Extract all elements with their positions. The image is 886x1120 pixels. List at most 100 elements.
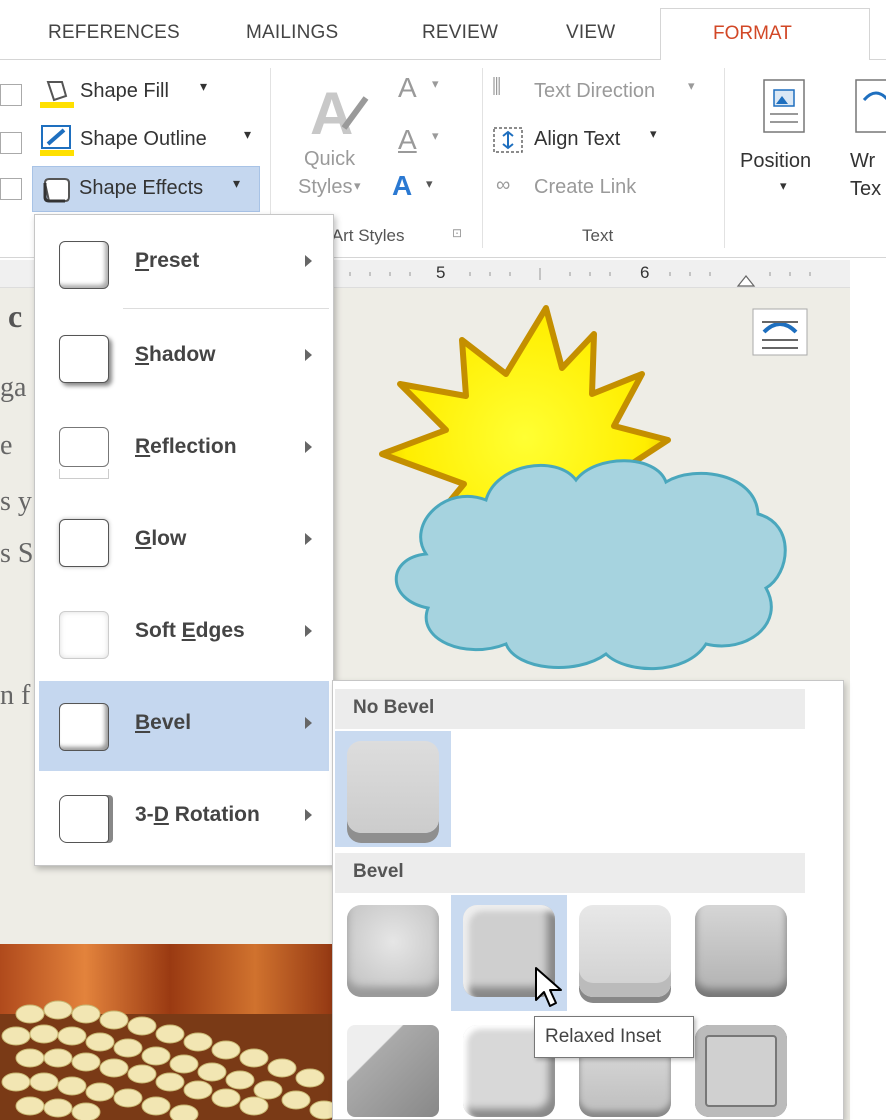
- dropdown-arrow-icon: ▾: [688, 78, 695, 93]
- tab-references[interactable]: REFERENCES: [48, 22, 180, 44]
- menu-item-glow[interactable]: Glow: [39, 497, 329, 587]
- tooltip-text: Relaxed Inset: [545, 1026, 662, 1047]
- tab-mailings[interactable]: MAILINGS: [246, 22, 338, 44]
- text-effects-icon[interactable]: A: [392, 170, 412, 202]
- pen-outline-icon: [40, 125, 74, 156]
- shape-fill-button[interactable]: Shape Fill ▾: [36, 74, 246, 112]
- document-text: s y: [0, 486, 32, 517]
- group-separator: [482, 68, 483, 248]
- preset-thumbnail-icon: [59, 241, 109, 289]
- dropdown-arrow-icon[interactable]: ▾: [432, 128, 439, 144]
- create-link-label: Create Link: [534, 176, 637, 198]
- dropdown-arrow-icon: ▾: [780, 178, 787, 193]
- menu-item-label: 3-D Rotation: [135, 803, 260, 826]
- submenu-arrow-icon: [305, 441, 312, 453]
- menu-item-label: Glow: [135, 527, 187, 550]
- align-text-button[interactable]: Align Text ▾: [492, 124, 692, 158]
- paint-bucket-icon: [40, 81, 74, 108]
- bevel-cool-slant-swatch: [695, 905, 787, 997]
- position-label: Position: [740, 150, 812, 172]
- soft-edges-thumbnail-icon: [59, 611, 109, 659]
- tab-review[interactable]: REVIEW: [422, 22, 498, 44]
- bevel-angle-swatch: [347, 1025, 439, 1117]
- submenu-arrow-icon: [305, 255, 312, 267]
- link-icon: ∞: [496, 174, 511, 196]
- clipped-control[interactable]: [0, 178, 22, 200]
- text-outline-icon[interactable]: A: [398, 124, 417, 156]
- svg-text:A: A: [310, 80, 353, 144]
- menu-item-label: Shadow: [135, 343, 216, 366]
- wrap-text-icon: [855, 79, 886, 133]
- word-window: { "tabs": { "references": "REFERENCES", …: [0, 0, 886, 1120]
- group-separator: [724, 68, 725, 248]
- quick-styles-button[interactable]: A Quick Styles ▾: [292, 74, 382, 224]
- quick-styles-label: Quick: [304, 148, 356, 170]
- sun-cloud-shapes[interactable]: [366, 304, 796, 684]
- text-direction-icon: ⫼: [492, 76, 502, 98]
- wrap-text-button[interactable]: Wr Tex: [848, 74, 886, 224]
- create-link-button[interactable]: ∞ Create Link: [492, 172, 692, 206]
- bevel-slope-swatch: [695, 1025, 787, 1117]
- text-fill-icon[interactable]: A: [398, 72, 417, 104]
- submenu-arrow-icon: [305, 625, 312, 637]
- dropdown-arrow-icon: ▾: [200, 78, 208, 94]
- submenu-arrow-icon: [305, 717, 312, 729]
- menu-item-label: Bevel: [135, 711, 192, 734]
- dropdown-arrow-icon[interactable]: ▾: [432, 76, 439, 92]
- menu-item-preset[interactable]: Preset: [39, 219, 329, 309]
- bevel-header-label: Bevel: [353, 861, 404, 882]
- text-direction-label: Text Direction: [534, 80, 656, 102]
- 3d-rotation-thumbnail-icon: [59, 795, 109, 843]
- shape-effects-label: Shape Effects: [79, 177, 204, 199]
- bevel-option-angle[interactable]: [335, 1015, 451, 1120]
- document-text: n f: [0, 680, 31, 711]
- clipped-control[interactable]: [0, 132, 22, 154]
- bevel-option-cross[interactable]: [567, 895, 683, 1011]
- menu-item-3d-rotation[interactable]: 3-D Rotation: [39, 773, 329, 863]
- food-photo[interactable]: [0, 944, 340, 1120]
- menu-item-shadow[interactable]: Shadow: [39, 313, 329, 403]
- wrap-text-label: Wr: [850, 150, 876, 172]
- shape-effects-button[interactable]: Shape Effects ▾: [32, 166, 260, 212]
- menu-item-bevel[interactable]: Bevel: [39, 681, 329, 771]
- dropdown-arrow-icon: ▾: [244, 126, 252, 142]
- shape-effects-icon: [43, 178, 70, 203]
- reflection-thumbnail-icon: [59, 427, 109, 467]
- bevel-cross-swatch: [579, 905, 671, 997]
- reflection-mirror: [59, 469, 109, 479]
- glow-thumbnail-icon: [59, 519, 109, 567]
- align-text-label: Align Text: [534, 128, 621, 150]
- no-bevel-header: No Bevel: [335, 689, 805, 729]
- tab-format[interactable]: FORMAT: [660, 8, 870, 61]
- wrap-text-label-2: Tex: [850, 178, 882, 200]
- position-button[interactable]: Position ▾: [736, 74, 836, 224]
- shape-outline-button[interactable]: Shape Outline ▾: [36, 122, 266, 160]
- no-bevel-swatch: [347, 741, 439, 833]
- align-text-icon: [493, 127, 523, 153]
- bevel-header: Bevel: [335, 853, 805, 893]
- tab-view[interactable]: VIEW: [566, 22, 615, 44]
- menu-item-reflection[interactable]: Reflection: [39, 405, 329, 495]
- shape-outline-label: Shape Outline: [80, 128, 207, 150]
- ruler-mark-6: 6: [640, 263, 650, 282]
- no-bevel-header-label: No Bevel: [353, 697, 435, 718]
- menu-item-label: Reflection: [135, 435, 237, 458]
- mouse-cursor-icon: [535, 967, 562, 1007]
- bevel-option-none[interactable]: [335, 731, 451, 847]
- bevel-thumbnail-icon: [59, 703, 109, 751]
- wordart-a-icon: A: [310, 80, 369, 144]
- dialog-launcher-icon[interactable]: ⊡: [452, 226, 462, 240]
- menu-divider: [123, 308, 329, 309]
- dropdown-arrow-icon: ▾: [650, 126, 657, 141]
- clipped-control[interactable]: [0, 84, 22, 106]
- tab-format-label: FORMAT: [713, 23, 792, 44]
- menu-item-soft-edges[interactable]: Soft Edges: [39, 589, 329, 679]
- document-text: s S: [0, 538, 34, 569]
- dropdown-arrow-icon[interactable]: ▾: [426, 176, 433, 192]
- quick-styles-label-2: Styles: [298, 176, 353, 198]
- submenu-arrow-icon: [305, 349, 312, 361]
- bevel-option-cool-slant[interactable]: [683, 895, 799, 1011]
- bevel-option-circle[interactable]: [335, 895, 451, 1011]
- text-direction-button[interactable]: ⫼ Text Direction ▾: [492, 76, 712, 110]
- bevel-option-slope[interactable]: [683, 1015, 799, 1120]
